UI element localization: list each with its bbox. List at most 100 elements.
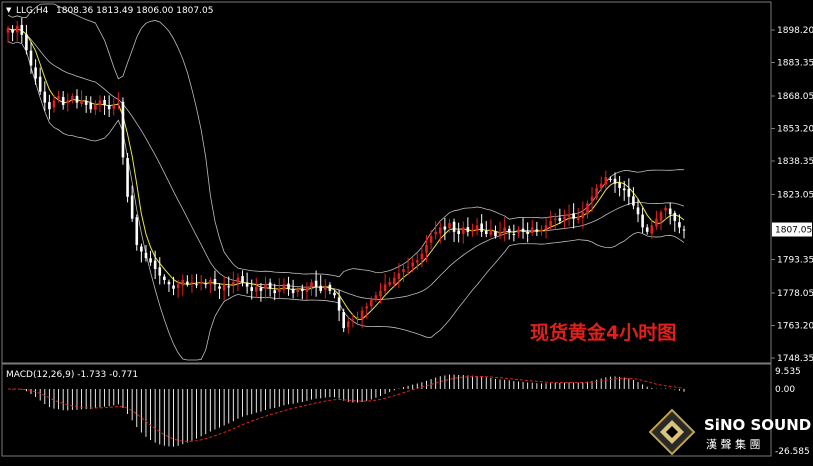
candle (43, 81, 47, 111)
candle (149, 250, 152, 266)
dropdown-icon[interactable]: ▼ (6, 6, 12, 14)
candle (517, 226, 520, 238)
ohlc-readout: 1808.36 1813.49 1806.00 1807.05 (56, 6, 213, 16)
svg-text:1807.05: 1807.05 (775, 226, 812, 236)
candle (402, 263, 405, 282)
candle (572, 203, 575, 229)
brand-text: SiNO SOUND (704, 416, 811, 434)
price-tick-label: 1883.35 (777, 59, 813, 69)
candle (94, 100, 97, 116)
candle (452, 218, 456, 243)
candle (342, 308, 346, 333)
candle (576, 208, 580, 224)
candle (632, 187, 635, 210)
candle (84, 95, 88, 113)
bollinger-lower (7, 41, 685, 361)
candle (586, 200, 589, 219)
candle (255, 277, 258, 298)
candle (609, 176, 612, 183)
candle (282, 278, 286, 294)
candle (526, 222, 529, 243)
candle (199, 275, 203, 291)
candle (112, 98, 116, 116)
macd-label: MACD(12,26,9) -1.733 -0.771 (6, 370, 138, 380)
candle (457, 222, 460, 243)
candle (314, 270, 318, 297)
candle (443, 217, 447, 241)
candle (553, 212, 557, 230)
candle (264, 276, 267, 299)
bollinger-middle (7, 27, 685, 300)
candle (15, 20, 19, 42)
price-tick-label: 1748.35 (777, 354, 813, 364)
candle (181, 274, 185, 296)
candle (75, 89, 79, 109)
candle (535, 221, 539, 236)
candle (668, 202, 672, 225)
current-price-tag: 1807.05 (772, 222, 812, 237)
candle (287, 276, 290, 296)
candle (604, 170, 608, 189)
candle (140, 243, 143, 263)
macd-tick-label: 0.00 (775, 385, 795, 395)
candle (659, 209, 663, 231)
candle (563, 209, 566, 229)
candle (121, 97, 125, 165)
candle (356, 311, 359, 325)
chart-annotation: 现货黄金4小时图 (530, 321, 676, 344)
symbol-label: LLG,H4 (16, 6, 49, 16)
candle (599, 176, 603, 192)
price-tick-label: 1838.35 (777, 157, 813, 167)
candle (461, 221, 465, 244)
candle (126, 152, 129, 203)
candle (328, 282, 332, 295)
macd-axis: 9.535 0.00 -26.585 (775, 367, 810, 457)
candle (38, 67, 42, 95)
candle (650, 219, 654, 239)
diamond-logo-icon (648, 408, 696, 456)
candle (494, 225, 497, 239)
candle (471, 223, 474, 237)
price-tick-label: 1823.05 (777, 190, 813, 200)
candle (346, 317, 350, 334)
moving-average-line (7, 27, 685, 320)
candle (135, 214, 139, 251)
price-tick-label: 1763.20 (777, 321, 813, 331)
candle-series (6, 18, 686, 334)
macd-histogram (12, 374, 685, 447)
candle (89, 96, 93, 113)
candle (29, 42, 33, 74)
macd-tick-label: -26.585 (775, 447, 810, 457)
candle (319, 275, 323, 294)
candle (186, 275, 189, 287)
candle (498, 221, 502, 240)
candle (144, 245, 148, 262)
price-tick-label: 1868.05 (777, 92, 813, 102)
candle (475, 217, 479, 236)
candle (673, 210, 677, 232)
candle (540, 225, 543, 236)
candle (296, 286, 300, 297)
candle (48, 94, 51, 120)
candle (232, 271, 235, 294)
candle (567, 204, 571, 226)
candle (241, 270, 244, 287)
candle (503, 216, 506, 242)
candle (218, 283, 221, 299)
candle (236, 273, 240, 292)
candle (98, 95, 102, 113)
candle (71, 93, 74, 104)
price-tick-label: 1898.20 (777, 26, 813, 36)
macd-tick-label: 9.535 (775, 367, 801, 377)
candle (80, 90, 83, 107)
candle (641, 207, 644, 234)
candle (273, 283, 277, 301)
candle (645, 224, 649, 235)
candle (107, 95, 111, 117)
candle (484, 221, 488, 238)
candle (163, 274, 166, 285)
price-tick-label: 1778.05 (777, 289, 813, 299)
candle (305, 282, 309, 300)
candle (613, 172, 617, 193)
candle (374, 291, 378, 303)
